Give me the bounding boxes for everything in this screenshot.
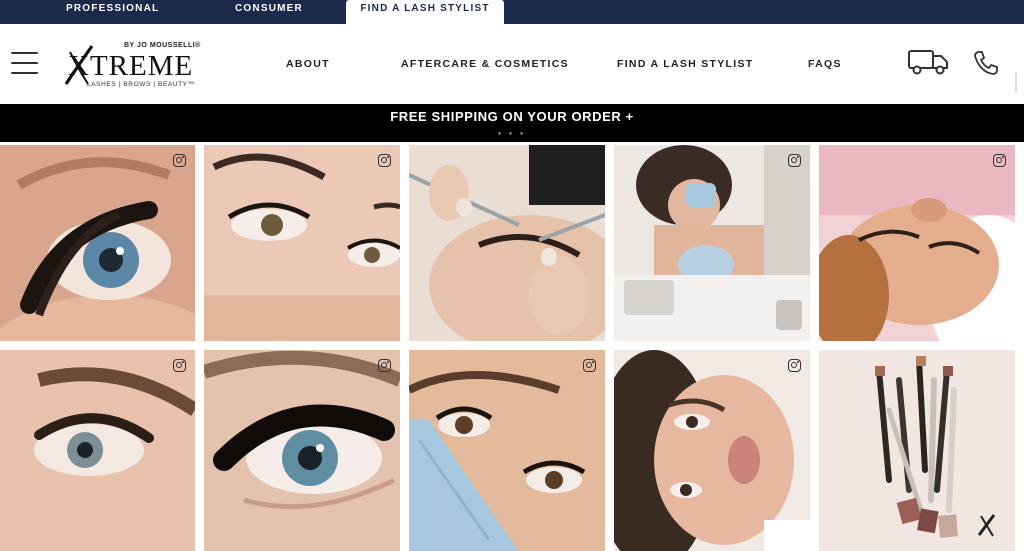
photo-technician — [614, 145, 810, 341]
gallery-tile[interactable] — [409, 350, 605, 551]
instagram-icon[interactable] — [583, 359, 596, 372]
photo-blue-eye-volume — [204, 350, 400, 551]
gallery-tile — [819, 350, 1015, 551]
instagram-icon[interactable] — [173, 359, 186, 372]
instagram-icon[interactable] — [173, 154, 186, 167]
header-divider — [1015, 72, 1017, 92]
nav-faqs[interactable]: FAQS — [808, 58, 842, 70]
gallery-tile — [409, 145, 605, 341]
gallery-tile[interactable] — [614, 350, 810, 551]
tab-professional[interactable]: PROFESSIONAL — [66, 0, 159, 24]
brand-logo[interactable]: BY JO MOUSSELLI® XTREME LASHES | BROWS |… — [64, 38, 204, 90]
photo-full-makeup — [614, 350, 810, 551]
instagram-icon[interactable] — [788, 154, 801, 167]
nav-about[interactable]: ABOUT — [286, 58, 330, 70]
tab-consumer[interactable]: CONSUMER — [235, 0, 303, 24]
gallery-tile[interactable] — [204, 350, 400, 551]
gallery-tile[interactable] — [0, 350, 195, 551]
gallery-tile[interactable] — [204, 145, 400, 341]
logo-tagline: LASHES | BROWS | BEAUTY™ — [87, 81, 195, 88]
truck-icon[interactable] — [907, 48, 949, 76]
promo-banner[interactable]: FREE SHIPPING ON YOUR ORDER + • • • — [0, 104, 1024, 142]
photo-cosmetic-pencils — [819, 350, 1015, 551]
photo-curled-lashes — [0, 350, 195, 551]
photo-eye-closeup — [0, 145, 195, 341]
photo-client-lying — [819, 145, 1015, 341]
logo-wordmark: XTREME — [68, 50, 194, 82]
carousel-dots[interactable]: • • • — [0, 129, 1024, 138]
hamburger-icon[interactable] — [11, 50, 38, 76]
nav-aftercare-cosmetics[interactable]: AFTERCARE & COSMETICS — [401, 58, 569, 70]
tab-find-a-lash-stylist[interactable]: FIND A LASH STYLIST — [346, 0, 504, 24]
photo-mask-lashes — [409, 350, 605, 551]
gallery-tile[interactable] — [819, 145, 1015, 341]
gallery-tile[interactable] — [0, 145, 195, 341]
promo-text[interactable]: FREE SHIPPING ON YOUR ORDER + — [0, 109, 1024, 124]
instagram-icon[interactable] — [788, 359, 801, 372]
instagram-icon[interactable] — [378, 359, 391, 372]
segment-bar: PROFESSIONAL CONSUMER FIND A LASH STYLIS… — [0, 0, 1024, 24]
gallery-tile[interactable] — [614, 145, 810, 341]
instagram-icon[interactable] — [993, 154, 1006, 167]
logo-by-line: BY JO MOUSSELLI® — [124, 42, 201, 49]
instagram-gallery — [0, 145, 1024, 551]
photo-face-lashes — [204, 145, 400, 341]
instagram-icon[interactable] — [378, 154, 391, 167]
nav-find-a-lash-stylist[interactable]: FIND A LASH STYLIST — [617, 58, 754, 70]
phone-icon[interactable] — [972, 49, 1000, 77]
site-header: BY JO MOUSSELLI® XTREME LASHES | BROWS |… — [0, 24, 1024, 104]
photo-lash-application — [409, 145, 605, 341]
